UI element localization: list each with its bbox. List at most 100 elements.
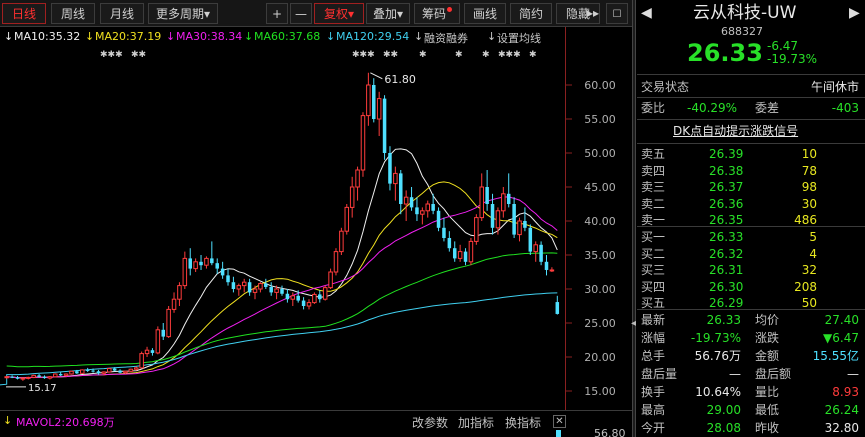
prev-stock-icon[interactable]: ◀ <box>641 4 652 22</box>
collapse-panel-icon[interactable]: ◂ <box>631 318 636 329</box>
zoom-out-button[interactable]: — <box>290 3 312 24</box>
stat-row: 总手 56.76万 金额 15.55亿 <box>637 347 865 365</box>
candle-body <box>490 204 495 228</box>
candle-body <box>241 281 247 287</box>
candle-body <box>166 308 171 338</box>
candle-body <box>226 275 230 283</box>
ask-level-row[interactable]: 卖五 26.39 10 <box>637 145 865 163</box>
window-toggle-button[interactable]: ☐ <box>606 3 628 24</box>
stat-value: 56.76万 <box>694 349 741 363</box>
info-marker[interactable]: ✱ <box>455 50 463 60</box>
stat-label: 涨跌 <box>755 331 780 345</box>
overlay-dropdown[interactable]: 叠加▾ <box>366 3 410 24</box>
trade-status-row: 交易状态 午间休市 <box>637 78 865 96</box>
more-periods-dropdown[interactable]: 更多周期▾ <box>148 3 218 24</box>
price-axis-label: 15.00 <box>584 385 616 398</box>
bid-level-row[interactable]: 买三 26.31 32 <box>637 261 865 279</box>
candle-body <box>274 288 279 293</box>
close-indicator-icon[interactable]: ✕ <box>553 415 566 428</box>
tab-monthly[interactable]: 月线 <box>100 3 144 24</box>
info-marker[interactable]: ✱✱✱ <box>498 50 521 60</box>
candle-body <box>123 370 128 374</box>
price-axis-label: 55.00 <box>584 113 616 126</box>
ask-level-row[interactable]: 卖二 26.36 30 <box>637 195 865 213</box>
price-axis-label: 45.00 <box>584 181 616 194</box>
candle-body <box>312 293 317 304</box>
chips-button[interactable]: 筹码 <box>414 3 460 24</box>
ask-level-row[interactable]: 卖三 26.37 98 <box>637 178 865 196</box>
info-marker[interactable]: ✱ <box>482 50 490 60</box>
stat-value: ▼6.47 <box>823 331 859 345</box>
stat-value: 32.80 <box>824 421 859 435</box>
next-stock-icon[interactable]: ▶ <box>849 4 860 22</box>
kline-chart[interactable]: 60.00 55.00 50.00 45.00 40.00 35.00 30.00 25.00… <box>0 0 632 437</box>
ma-arrow-icon: ↓ <box>85 30 95 43</box>
price-axis-label: 35.00 <box>584 249 616 262</box>
dk-signal-row[interactable]: DK点自动提示涨跌信号 <box>637 122 865 140</box>
tab-daily[interactable]: 日线 <box>2 3 46 24</box>
info-marker[interactable]: ✱✱✱ <box>100 50 123 60</box>
candle-body <box>409 197 414 208</box>
candle-body <box>322 287 328 300</box>
adjust-dropdown[interactable]: 复权▾ <box>314 3 364 24</box>
candle-body <box>285 293 290 300</box>
candle-body <box>366 84 371 117</box>
stat-value: -19.73% <box>690 331 741 345</box>
stat-value: — <box>847 367 859 381</box>
stat-value: 15.55亿 <box>812 349 859 363</box>
ask-level-label: 卖三 <box>641 180 666 194</box>
candle-body <box>280 289 284 294</box>
ma-legend-item[interactable]: 融资融券 <box>424 30 468 45</box>
info-marker[interactable]: ✱✱ <box>383 50 398 60</box>
price-axis-label: 30.00 <box>584 283 616 296</box>
stat-row: 涨幅 -19.73% 涨跌 ▼6.47 <box>637 329 865 347</box>
ask-level-label: 卖四 <box>641 163 666 178</box>
candle-body <box>69 370 74 375</box>
bid-level-row[interactable]: 买二 26.32 4 <box>637 245 865 263</box>
bid-level-row[interactable]: 买一 26.33 5 <box>637 228 865 246</box>
info-marker[interactable]: ✱ <box>419 50 427 60</box>
info-mine-markers[interactable]: ✱✱✱ ✱✱ ✱✱✱ ✱✱ ✱ ✱ ✱ ✱✱✱ ✱ <box>0 50 560 62</box>
candle-body <box>463 251 468 262</box>
dk-signal-link[interactable]: DK点自动提示涨跌信号 <box>673 122 798 140</box>
bid-level-row[interactable]: 买四 26.30 208 <box>637 278 865 296</box>
info-marker[interactable]: ✱✱ <box>131 50 146 60</box>
ask-level-volume: 78 <box>801 163 817 178</box>
candle-body <box>47 376 53 379</box>
ma-legend-item[interactable]: 设置均线 <box>497 30 541 45</box>
candle-body <box>344 206 350 232</box>
ask-level-price: 26.38 <box>709 163 744 178</box>
chevron-down-icon: ▾ <box>347 7 355 21</box>
candle-body <box>495 210 501 229</box>
candle-body <box>306 302 312 307</box>
stat-row: 最高 29.00 最低 26.24 <box>637 401 865 419</box>
tab-weekly[interactable]: 周线 <box>51 3 95 24</box>
simple-mode-button[interactable]: 简约 <box>510 3 552 24</box>
stat-value: 29.00 <box>706 403 741 417</box>
candle-body <box>388 153 392 184</box>
stat-value: 26.33 <box>706 313 741 327</box>
candle-body <box>506 193 511 204</box>
ask-level-price: 26.37 <box>709 180 744 194</box>
candle-body <box>399 173 403 204</box>
weicha-label: 委差 <box>755 101 780 115</box>
draw-line-button[interactable]: 画线 <box>464 3 506 24</box>
chart-pane[interactable]: 60.00 55.00 50.00 45.00 40.00 35.00 30.00 25.00… <box>0 0 632 437</box>
info-marker[interactable]: ✱ <box>529 50 537 60</box>
ma-arrow-icon: ↓ <box>414 30 424 43</box>
zoom-in-button[interactable]: + <box>266 3 288 24</box>
candle-body <box>420 210 425 215</box>
pane-divider[interactable] <box>632 0 636 437</box>
candle-body <box>425 203 431 212</box>
switch-indicator-button[interactable]: 换指标 <box>505 414 541 431</box>
expand-toolbar-icon[interactable]: ▸▸ <box>584 3 602 24</box>
ask-level-volume: 30 <box>801 196 817 211</box>
ask-level-row[interactable]: 卖四 26.38 78 <box>637 162 865 180</box>
candle-body <box>133 367 139 370</box>
candle-body <box>80 369 85 374</box>
stat-value: 28.08 <box>706 421 741 435</box>
add-indicator-button[interactable]: 加指标 <box>458 414 494 431</box>
edit-params-button[interactable]: 改参数 <box>412 414 448 431</box>
info-marker[interactable]: ✱✱✱ <box>352 50 375 60</box>
candle-body <box>188 258 192 269</box>
